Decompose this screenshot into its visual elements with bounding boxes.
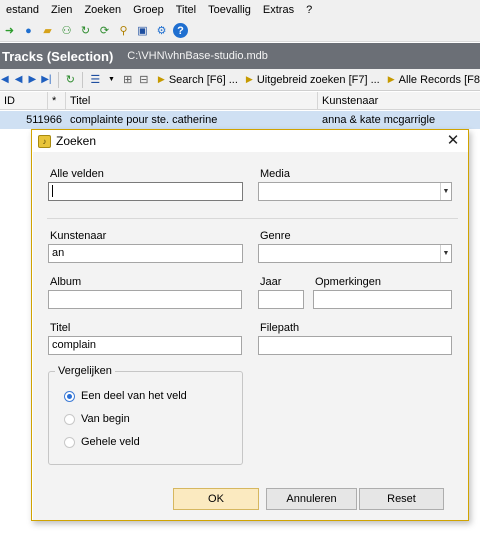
cell-id: 511966 bbox=[26, 114, 62, 126]
menu-item-help[interactable]: ? bbox=[300, 4, 318, 16]
filepath-input[interactable] bbox=[258, 336, 452, 355]
menu-item-zoeken[interactable]: Zoeken bbox=[78, 4, 127, 16]
title-input[interactable]: complain bbox=[48, 336, 242, 355]
globe-icon[interactable]: ● bbox=[21, 23, 36, 38]
help-icon[interactable]: ? bbox=[173, 23, 188, 38]
reset-button[interactable]: Reset bbox=[359, 488, 444, 510]
cancel-button[interactable]: Annuleren bbox=[266, 488, 357, 510]
add-row-icon[interactable]: ⊞ bbox=[122, 72, 134, 87]
dialog-body: Alle velden Media ▼ Kunstenaar an Genre … bbox=[33, 152, 468, 520]
grid-header: ID * Titel Kunstenaar bbox=[0, 91, 480, 110]
remarks-input[interactable] bbox=[313, 290, 452, 309]
label-artist: Kunstenaar bbox=[50, 230, 107, 242]
ok-button[interactable]: OK bbox=[173, 488, 259, 510]
album-input[interactable] bbox=[48, 290, 242, 309]
radio-selected-icon bbox=[64, 390, 75, 402]
label-filepath: Filepath bbox=[260, 322, 300, 334]
app-icon: ♪ bbox=[38, 134, 51, 148]
compare-legend: Vergelijken bbox=[55, 365, 115, 377]
label-media: Media bbox=[260, 168, 290, 180]
label-title: Titel bbox=[50, 322, 71, 334]
cell-title: complainte pour ste. catherine bbox=[70, 114, 218, 126]
label-all-fields: Alle velden bbox=[50, 168, 104, 180]
play-icon: ▶ bbox=[245, 74, 253, 84]
label-album: Album bbox=[50, 276, 82, 288]
radio-unselected-icon bbox=[64, 413, 75, 425]
text-caret bbox=[52, 185, 53, 198]
column-header-id[interactable]: ID bbox=[0, 91, 48, 110]
folder-icon[interactable]: ▰ bbox=[40, 23, 55, 38]
radio-whole-field[interactable]: Gehele veld bbox=[64, 436, 140, 448]
close-button[interactable]: ✕ bbox=[444, 132, 462, 150]
menu-item-extras[interactable]: Extras bbox=[257, 4, 300, 16]
window-title: Tracks (Selection) bbox=[2, 48, 114, 64]
radio-partial-match[interactable]: Een deel van het veld bbox=[64, 390, 187, 402]
window-title-bar: Tracks (Selection) C:\VHN\vhnBase-studio… bbox=[0, 43, 480, 69]
column-header-artist[interactable]: Kunstenaar bbox=[318, 92, 480, 110]
radio-starts-with[interactable]: Van begin bbox=[64, 413, 130, 425]
refresh-icon[interactable]: ↻ bbox=[64, 72, 76, 87]
menu-item-bestand[interactable]: estand bbox=[0, 4, 45, 16]
all-fields-input[interactable] bbox=[48, 182, 243, 201]
radio-unselected-icon bbox=[64, 436, 75, 448]
play-icon: ▶ bbox=[157, 74, 165, 84]
all-records-link[interactable]: ▶ Alle Records [F8 bbox=[388, 74, 480, 86]
label-year: Jaar bbox=[260, 276, 282, 288]
label-remarks: Opmerkingen bbox=[315, 276, 382, 288]
menu-bar: estand Zien Zoeken Groep Titel Toevallig… bbox=[0, 0, 480, 20]
advanced-search-link[interactable]: ▶ Uitgebreid zoeken [F7] ... bbox=[246, 74, 380, 86]
toolbar-divider bbox=[57, 71, 59, 88]
menu-item-groep[interactable]: Groep bbox=[127, 4, 170, 16]
search-dialog: ♪ Zoeken ✕ Alle velden Media ▼ Kunstenaa… bbox=[31, 129, 469, 521]
first-record-icon[interactable]: ◀ bbox=[0, 74, 10, 85]
record-toolbar: ◀ ◀ ▶ ▶| ↻ ☰ ▼ ⊞ ⊟ ▶ Search [F6] ... ▶ Uit… bbox=[0, 69, 480, 91]
chevron-down-icon[interactable]: ▼ bbox=[440, 245, 451, 262]
menu-item-titel[interactable]: Titel bbox=[170, 4, 202, 16]
search-icon[interactable]: ⚲ bbox=[116, 23, 131, 38]
sync-icon[interactable]: ⟳ bbox=[97, 23, 112, 38]
label-genre: Genre bbox=[260, 230, 291, 242]
column-header-star[interactable]: * bbox=[48, 91, 66, 110]
next-record-icon[interactable]: ▶ bbox=[27, 74, 37, 85]
chevron-down-icon[interactable]: ▼ bbox=[105, 72, 117, 87]
gear-icon[interactable]: ⚙ bbox=[154, 23, 169, 38]
section-divider bbox=[47, 218, 458, 219]
cell-artist: anna & kate mcgarrigle bbox=[322, 114, 436, 126]
chevron-down-icon[interactable]: ▼ bbox=[440, 183, 451, 200]
menu-item-zien[interactable]: Zien bbox=[45, 4, 78, 16]
database-path: C:\VHN\vhnBase-studio.mdb bbox=[127, 50, 268, 62]
window-icon[interactable]: ▣ bbox=[135, 23, 150, 38]
main-toolbar: ➜ ● ▰ ⚇ ↻ ⟳ ⚲ ▣ ⚙ ? bbox=[0, 20, 480, 42]
dialog-title: Zoeken bbox=[56, 134, 97, 148]
last-record-icon[interactable]: ▶| bbox=[41, 74, 51, 85]
remove-row-icon[interactable]: ⊟ bbox=[138, 72, 150, 87]
play-icon: ▶ bbox=[387, 74, 395, 84]
refresh-icon[interactable]: ↻ bbox=[78, 23, 93, 38]
year-input[interactable] bbox=[258, 290, 304, 309]
dialog-title-bar: ♪ Zoeken bbox=[32, 130, 468, 152]
network-icon[interactable]: ⚇ bbox=[59, 23, 74, 38]
media-select[interactable]: ▼ bbox=[258, 182, 452, 201]
column-header-title[interactable]: Titel bbox=[66, 91, 318, 110]
toolbar-divider bbox=[82, 71, 84, 88]
genre-select[interactable]: ▼ bbox=[258, 244, 452, 263]
arrow-icon[interactable]: ➜ bbox=[2, 23, 17, 38]
previous-record-icon[interactable]: ◀ bbox=[14, 74, 24, 85]
table-row[interactable]: 511966 complainte pour ste. catherine an… bbox=[0, 111, 480, 129]
artist-input[interactable]: an bbox=[48, 244, 243, 263]
list-icon[interactable]: ☰ bbox=[89, 72, 101, 87]
menu-item-toevallig[interactable]: Toevallig bbox=[202, 4, 257, 16]
search-link[interactable]: ▶ Search [F6] ... bbox=[158, 74, 238, 86]
